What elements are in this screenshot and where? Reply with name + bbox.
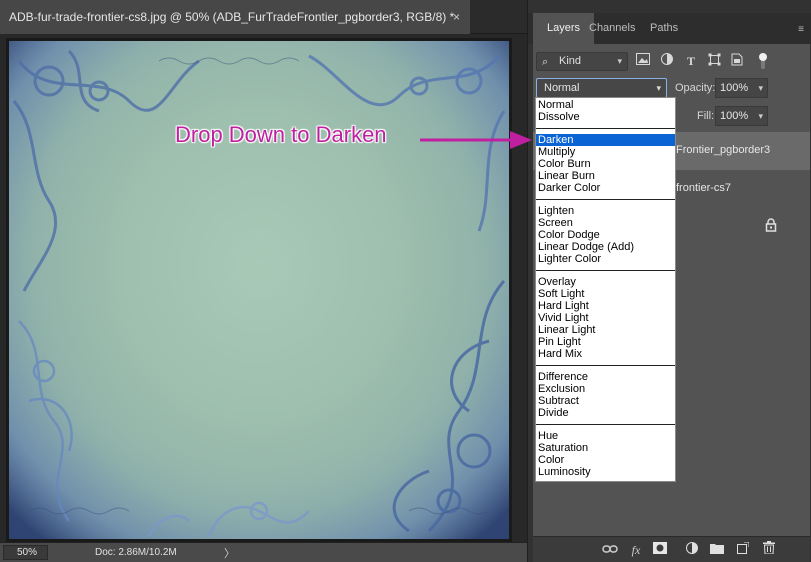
blend-mode-option[interactable]: Darker Color [536, 182, 675, 194]
close-tab-icon[interactable]: × [453, 0, 460, 34]
blend-mode-option[interactable]: Subtract [536, 395, 675, 407]
fill-value: 100% [720, 110, 749, 122]
blend-mode-option[interactable]: Exclusion [536, 383, 675, 395]
blend-mode-option[interactable]: Lighten [536, 205, 675, 217]
layer-name: Frontier_pgborder3 [676, 144, 771, 156]
document-tab[interactable]: ADB-fur-trade-frontier-cs8.jpg @ 50% (AD… [0, 0, 470, 34]
blend-mode-option[interactable]: Luminosity [536, 466, 675, 478]
fill-field[interactable]: 100% ▾ [715, 106, 768, 126]
new-group-folder-icon[interactable] [708, 541, 726, 559]
blend-mode-option[interactable]: Lighter Color [536, 253, 675, 265]
shape-filter-icon[interactable] [706, 53, 722, 69]
opacity-value: 100% [720, 82, 749, 94]
panel-tab-bar: Layers Channels Paths ≡ [528, 13, 811, 44]
blend-mode-separator [536, 270, 675, 271]
chevron-down-icon: ▾ [617, 56, 622, 66]
blend-mode-dropdown-list: Normal Dissolve Darken Multiply Color Burn Li… [535, 97, 676, 482]
type-filter-icon[interactable]: T [683, 53, 699, 69]
add-mask-icon[interactable] [651, 541, 669, 559]
blend-mode-option[interactable]: Linear Dodge (Add) [536, 241, 675, 253]
panel-menu-icon[interactable]: ≡ [798, 24, 804, 35]
document-canvas[interactable] [9, 41, 509, 539]
blend-mode-separator [536, 128, 675, 129]
chevron-down-icon: ▾ [656, 83, 661, 93]
status-bar: 50% Doc: 2.86M/10.2M 〉 [0, 542, 527, 562]
blend-mode-value: Normal [544, 82, 580, 94]
blend-mode-option[interactable]: Normal [536, 99, 675, 111]
annotation-arrow-icon [420, 131, 532, 149]
document-tab-bar: ADB-fur-trade-frontier-cs8.jpg @ 50% (AD… [0, 0, 527, 34]
tab-layers[interactable]: Layers [533, 13, 595, 44]
new-adjustment-layer-icon[interactable] [683, 541, 701, 559]
canvas-area [0, 35, 522, 542]
layer-name: frontier-cs7 [676, 182, 732, 194]
document-tab-title: ADB-fur-trade-frontier-cs8.jpg @ 50% (AD… [9, 10, 455, 24]
chevron-down-icon: ▾ [758, 111, 763, 121]
canvas-frame [6, 38, 512, 542]
blend-mode-option[interactable]: Difference [536, 371, 675, 383]
lock-icon [765, 218, 777, 232]
document-size-info: Doc: 2.86M/10.2M [95, 547, 177, 558]
opacity-field[interactable]: 100% ▾ [715, 78, 768, 98]
adjustment-filter-icon[interactable] [659, 53, 675, 69]
blend-mode-separator [536, 199, 675, 200]
blend-mode-option[interactable]: Soft Light [536, 288, 675, 300]
blend-mode-option[interactable]: Color Burn [536, 158, 675, 170]
new-layer-icon[interactable] [734, 541, 752, 559]
tab-paths[interactable]: Paths [650, 13, 678, 44]
blend-mode-option[interactable]: Hue [536, 430, 675, 442]
filter-toggle-icon[interactable] [758, 52, 768, 70]
blend-mode-option[interactable]: Saturation [536, 442, 675, 454]
kind-filter-select[interactable]: ⌕ Kind ▾ [536, 52, 628, 71]
annotation-text: Drop Down to Darken [175, 122, 387, 147]
blend-mode-option[interactable]: Multiply [536, 146, 675, 158]
blend-mode-separator [536, 365, 675, 366]
blend-mode-option[interactable]: Dissolve [536, 111, 675, 123]
tab-channels[interactable]: Channels [589, 13, 635, 44]
chevron-down-icon: ▾ [758, 83, 763, 93]
delete-layer-icon[interactable] [760, 541, 778, 559]
link-layers-icon[interactable] [601, 541, 619, 559]
search-icon: ⌕ [542, 56, 549, 68]
image-filter-icon[interactable] [635, 53, 651, 69]
blend-mode-separator [536, 424, 675, 425]
smart-object-filter-icon[interactable] [729, 53, 745, 69]
opacity-label: Opacity: [675, 82, 716, 94]
blend-mode-option[interactable]: Darken [536, 134, 675, 146]
scrapbook-paper-artwork [9, 41, 509, 539]
layers-panel-footer: fx [533, 536, 810, 562]
blend-mode-option[interactable]: Pin Light [536, 336, 675, 348]
blend-mode-option[interactable]: Hard Light [536, 300, 675, 312]
blend-mode-option[interactable]: Screen [536, 217, 675, 229]
zoom-level-field[interactable]: 50% [3, 545, 48, 560]
blend-mode-option[interactable]: Linear Burn [536, 170, 675, 182]
blend-mode-select[interactable]: Normal ▾ [536, 78, 667, 98]
blend-mode-option[interactable]: Color Dodge [536, 229, 675, 241]
status-menu-arrow-icon[interactable]: 〉 [224, 545, 235, 561]
blend-mode-option[interactable]: Overlay [536, 276, 675, 288]
photoshop-window: ADB-fur-trade-frontier-cs8.jpg @ 50% (AD… [0, 0, 811, 562]
blend-mode-option[interactable]: Linear Light [536, 324, 675, 336]
blend-mode-option[interactable]: Hard Mix [536, 348, 675, 360]
fill-label: Fill: [697, 110, 715, 122]
blend-mode-option[interactable]: Color [536, 454, 675, 466]
blend-mode-option[interactable]: Divide [536, 407, 675, 419]
blend-mode-option[interactable]: Vivid Light [536, 312, 675, 324]
layer-style-fx-icon[interactable]: fx [627, 541, 645, 559]
kind-filter-label: Kind [559, 55, 582, 67]
